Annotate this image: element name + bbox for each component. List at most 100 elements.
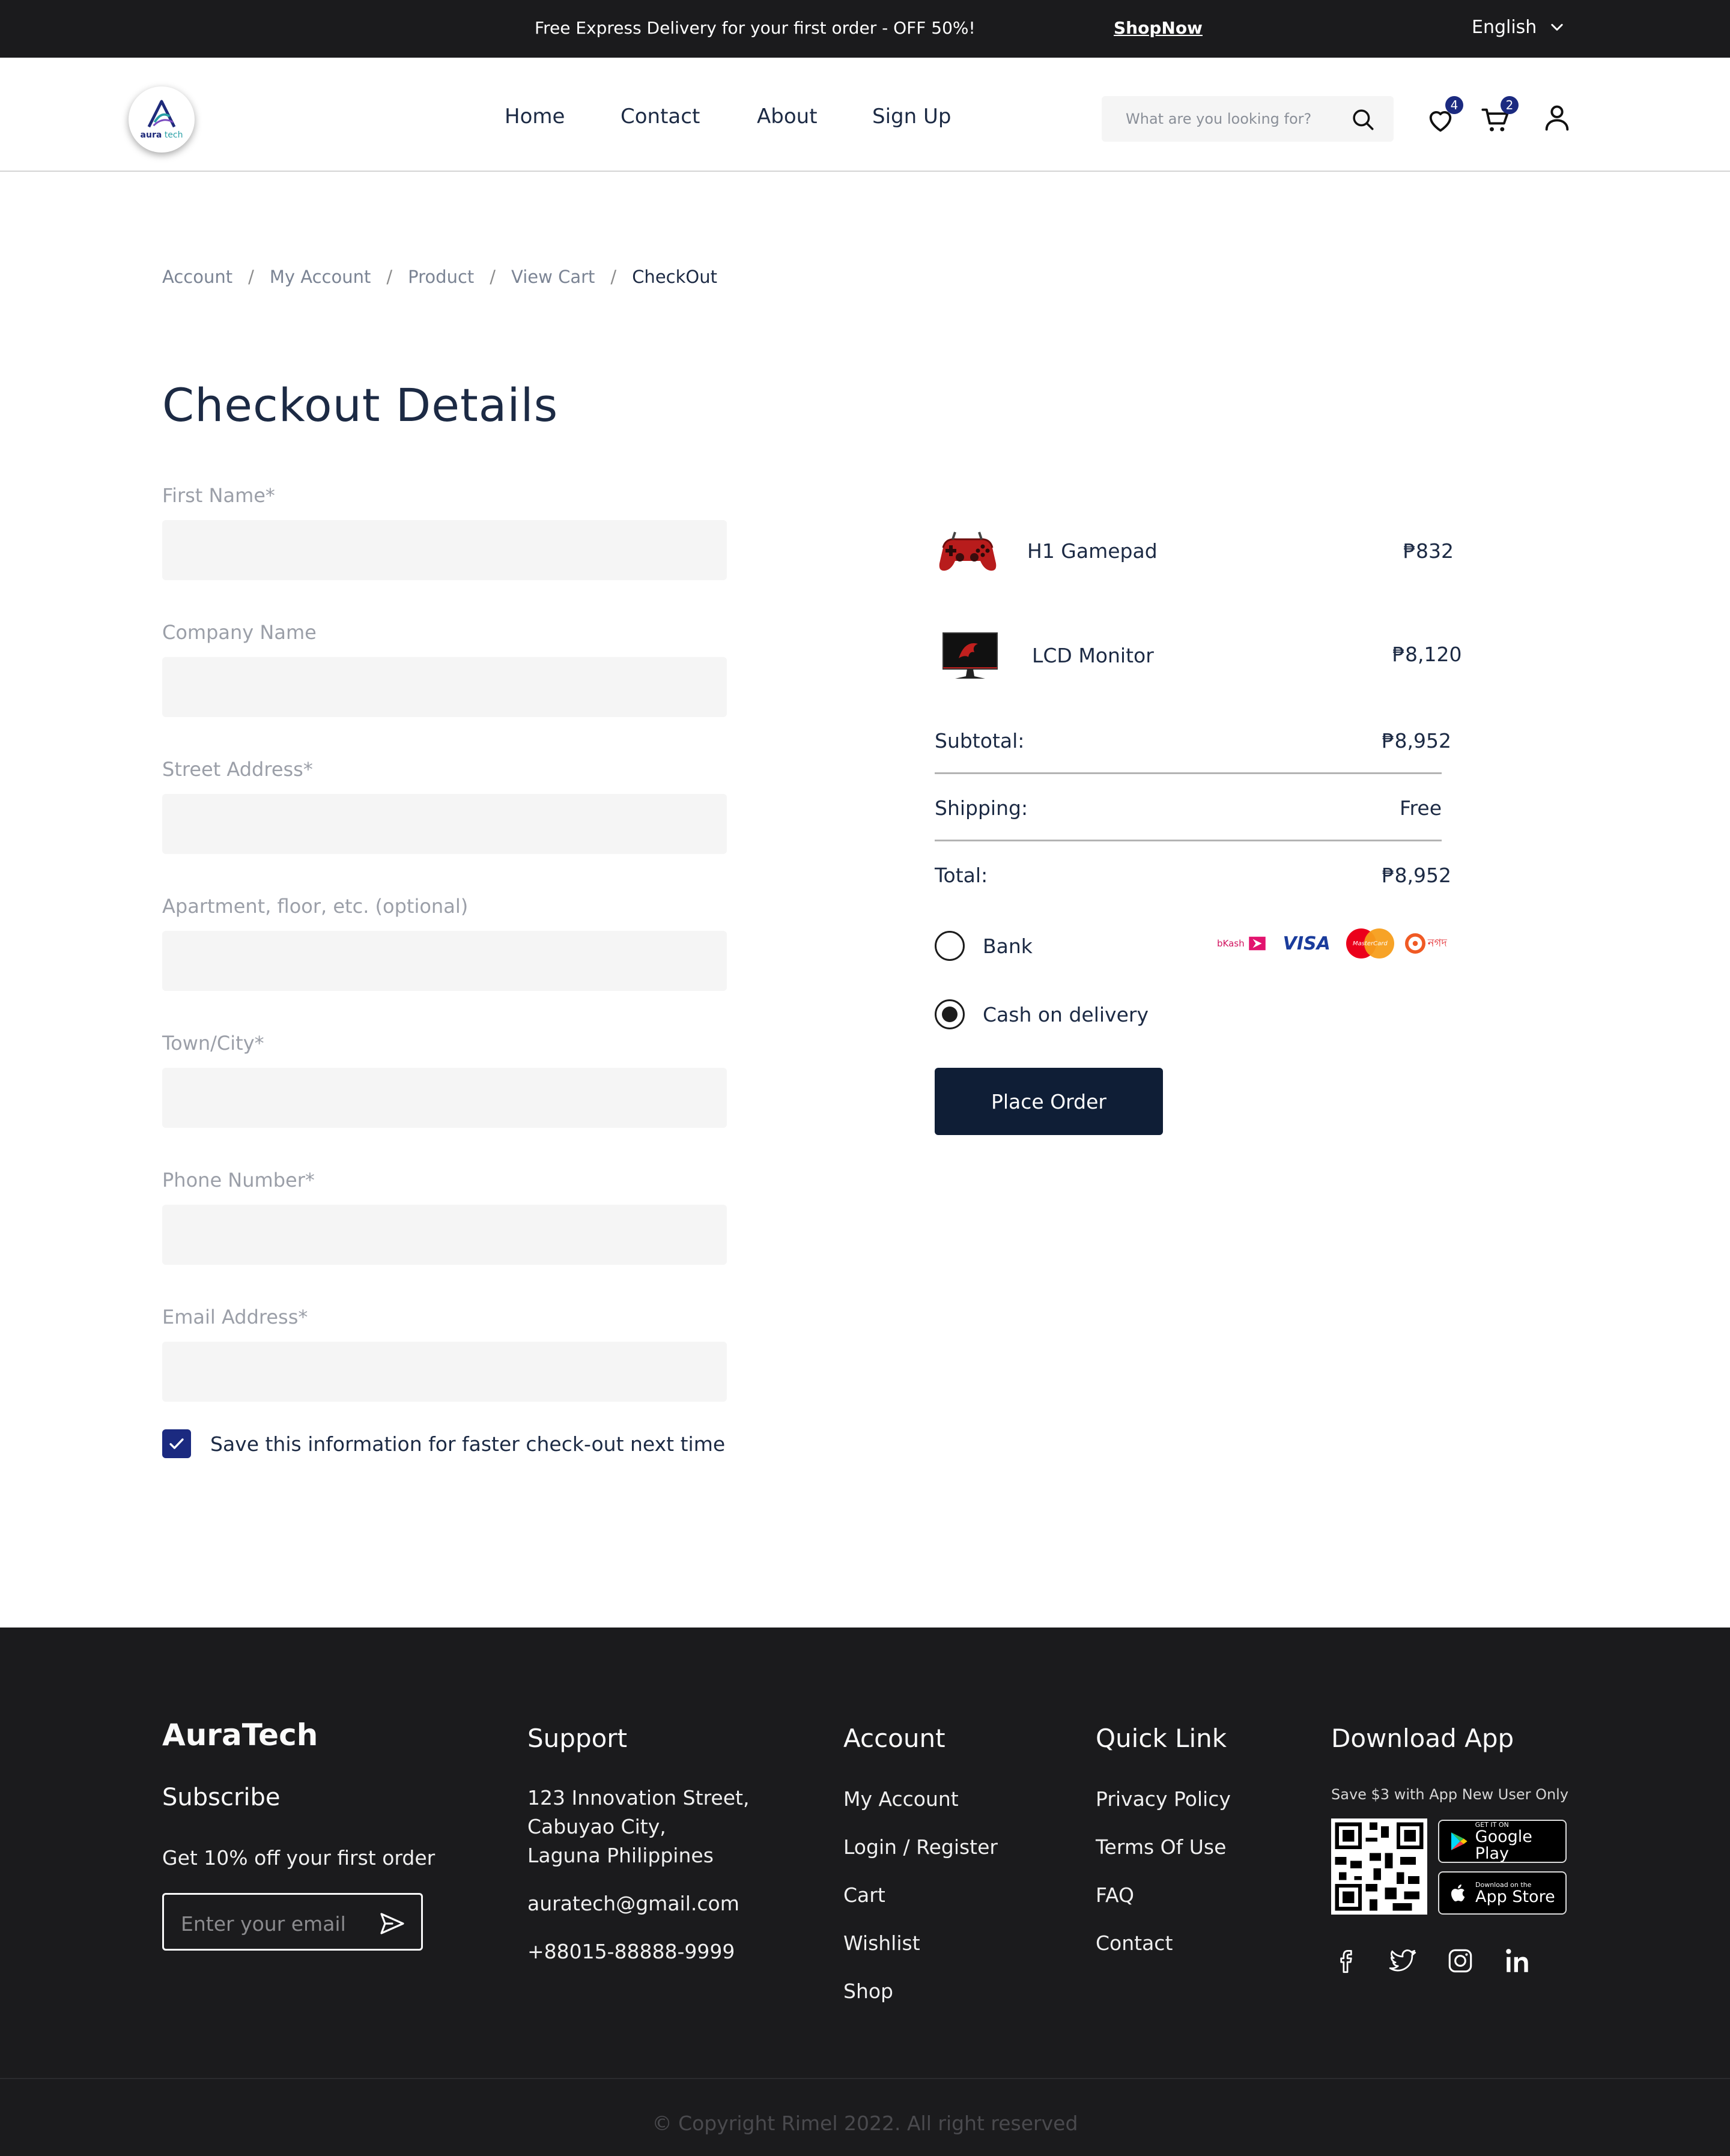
app-store-button[interactable]: Download on the App Store [1438, 1871, 1567, 1915]
subscribe-form [162, 1893, 423, 1951]
nav-contact[interactable]: Contact [621, 104, 700, 129]
breadcrumb-product[interactable]: Product [408, 267, 474, 287]
street-address-field[interactable] [162, 794, 727, 854]
breadcrumb-account[interactable]: Account [162, 267, 232, 287]
instagram-icon [1448, 1949, 1472, 1973]
search-icon[interactable] [1350, 107, 1376, 132]
cash-on-delivery-radio[interactable] [935, 999, 965, 1029]
support-email[interactable]: auratech@gmail.com [527, 1892, 739, 1915]
instagram-link[interactable] [1445, 1946, 1475, 1976]
subscribe-text: Get 10% off your first order [162, 1846, 436, 1870]
language-label: English [1472, 17, 1537, 38]
shipping-label: Shipping: [935, 796, 1028, 820]
nav-about[interactable]: About [757, 104, 818, 129]
google-play-button[interactable]: GET IT ON Google Play [1438, 1820, 1567, 1863]
footer-link-cart[interactable]: Cart [843, 1883, 885, 1907]
download-app-title: Download App [1331, 1724, 1514, 1753]
breadcrumb-my-account[interactable]: My Account [270, 267, 371, 287]
order-item-name: LCD Monitor [1032, 644, 1154, 667]
account-title: Account [843, 1724, 945, 1753]
check-icon [169, 1438, 184, 1449]
subscribe-email-input[interactable] [181, 1910, 361, 1937]
footer-link-login-register[interactable]: Login / Register [843, 1835, 998, 1859]
search-input[interactable] [1126, 107, 1342, 131]
footer-brand: AuraTech [162, 1718, 318, 1752]
email-address-field[interactable] [162, 1342, 727, 1402]
bkash-logo: bKash [1217, 934, 1267, 952]
shop-now-link[interactable]: ShopNow [1114, 18, 1203, 38]
apartment-field[interactable] [162, 931, 727, 991]
first-name-label: First Name* [162, 484, 275, 507]
breadcrumb-separator: / [490, 267, 496, 287]
order-item: H1 Gamepad [935, 524, 1158, 578]
wishlist-count-badge: 4 [1445, 96, 1463, 114]
copyright: © Copyright Rimel 2022. All right reserv… [0, 2112, 1730, 2135]
order-item: LCD Monitor [935, 628, 1154, 682]
phone-number-field[interactable] [162, 1205, 727, 1265]
google-play-icon [1451, 1832, 1467, 1850]
breadcrumb: Account / My Account / Product / View Ca… [162, 267, 717, 287]
town-city-label: Town/City* [162, 1032, 264, 1055]
support-phone[interactable]: +88015-88888-9999 [527, 1940, 735, 1963]
logo-text: aura tech [140, 130, 183, 140]
footer-link-shop[interactable]: Shop [843, 1979, 893, 2003]
send-icon[interactable] [378, 1909, 407, 1938]
footer-link-faq[interactable]: FAQ [1096, 1883, 1134, 1907]
phone-number-label: Phone Number* [162, 1169, 315, 1192]
logo-mark-icon [147, 100, 176, 128]
footer-link-privacy-policy[interactable]: Privacy Policy [1096, 1787, 1231, 1811]
nav-sign-up[interactable]: Sign Up [872, 104, 951, 129]
app-store-label: App Store [1475, 1887, 1555, 1906]
facebook-link[interactable] [1331, 1946, 1361, 1976]
gamepad-image [939, 531, 997, 571]
twitter-link[interactable] [1388, 1946, 1418, 1976]
breadcrumb-view-cart[interactable]: View Cart [511, 267, 595, 287]
shipping-value: Free [1399, 796, 1442, 820]
breadcrumb-separator: / [248, 267, 254, 287]
qr-code [1331, 1818, 1427, 1915]
save-info-row: Save this information for faster check-o… [162, 1429, 725, 1458]
order-item-price: ₱832 [1403, 539, 1454, 563]
quick-link-title: Quick Link [1096, 1724, 1227, 1753]
apple-icon [1451, 1884, 1465, 1901]
footer-link-terms-of-use[interactable]: Terms Of Use [1096, 1835, 1226, 1859]
street-address-label: Street Address* [162, 758, 313, 781]
footer-link-my-account[interactable]: My Account [843, 1787, 959, 1811]
site-footer: AuraTech Subscribe Get 10% off your firs… [0, 1628, 1730, 2156]
support-title: Support [527, 1724, 628, 1753]
footer-link-contact[interactable]: Contact [1096, 1931, 1173, 1955]
nav-home[interactable]: Home [505, 104, 565, 129]
save-info-checkbox[interactable] [162, 1429, 191, 1458]
promo-bar: Free Express Delivery for your first ord… [0, 0, 1730, 58]
breadcrumb-checkout: CheckOut [632, 267, 717, 287]
wishlist-button[interactable]: 4 [1425, 96, 1463, 136]
cart-count-badge: 2 [1501, 96, 1519, 114]
language-selector[interactable]: English [1472, 17, 1565, 38]
account-button[interactable] [1541, 102, 1573, 133]
download-app-note: Save $3 with App New User Only [1331, 1786, 1569, 1803]
twitter-icon [1389, 1949, 1416, 1972]
copyright-icon: © [652, 2112, 672, 2135]
payment-logos: bKash VISA MasterCard নগদ [1217, 928, 1447, 958]
company-name-field[interactable] [162, 657, 727, 717]
page-title: Checkout Details [162, 378, 559, 432]
first-name-field[interactable] [162, 520, 727, 580]
subtotal-row: Subtotal: ₱8,952 [935, 729, 1451, 752]
save-info-label: Save this information for faster check-o… [210, 1432, 726, 1456]
bank-radio[interactable] [935, 931, 965, 961]
place-order-button[interactable]: Place Order [935, 1068, 1163, 1135]
nagad-icon [1404, 933, 1425, 954]
breadcrumb-separator: / [386, 267, 393, 287]
bank-label: Bank [983, 934, 1033, 958]
site-header: aura tech Home Contact About Sign Up 4 2 [0, 58, 1730, 172]
footer-link-wishlist[interactable]: Wishlist [843, 1931, 920, 1955]
cash-on-delivery-label: Cash on delivery [983, 1003, 1149, 1026]
logo[interactable]: aura tech [129, 86, 195, 153]
town-city-field[interactable] [162, 1068, 727, 1128]
subscribe-title: Subscribe [162, 1784, 281, 1811]
cart-button[interactable]: 2 [1480, 96, 1519, 136]
chevron-down-icon [1551, 23, 1563, 31]
linkedin-icon [1506, 1949, 1528, 1972]
linkedin-link[interactable] [1503, 1946, 1533, 1976]
breadcrumb-separator: / [610, 267, 617, 287]
